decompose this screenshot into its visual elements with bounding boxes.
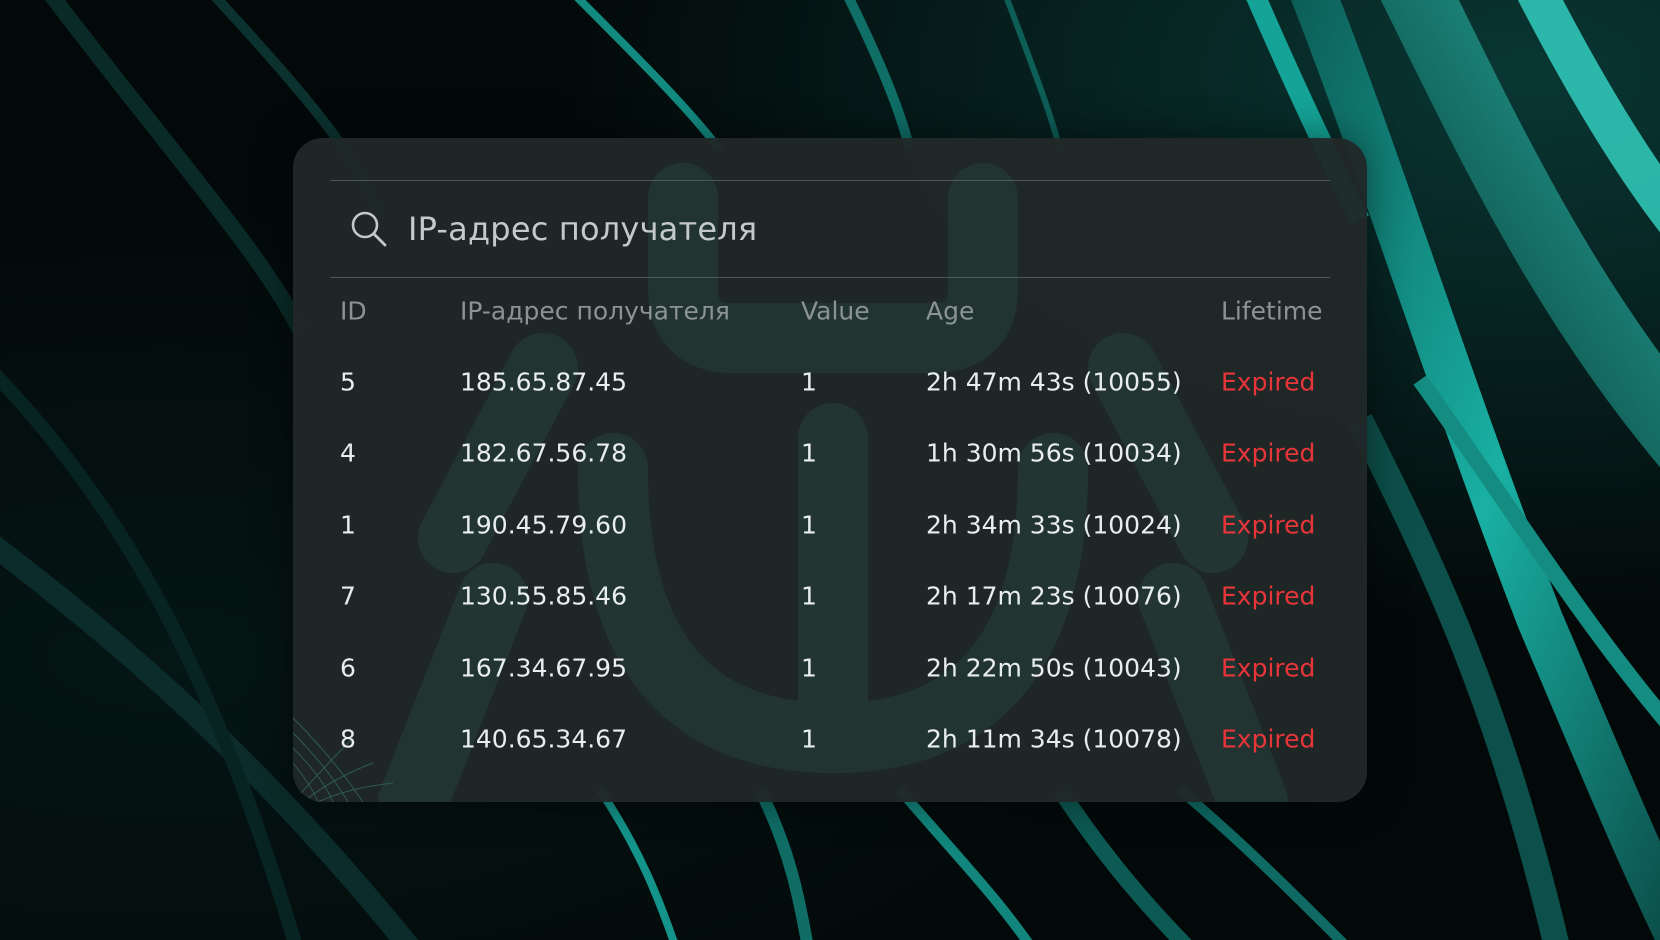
cell-value: 1: [801, 438, 817, 468]
table-header: ID IP-адрес получателя Value Age Lifetim…: [330, 276, 1330, 346]
cell-age: 1h 30m 56s (10034): [926, 438, 1182, 468]
cell-age: 2h 17m 23s (10076): [926, 581, 1182, 611]
cell-value: 1: [801, 510, 817, 540]
cell-age: 2h 22m 50s (10043): [926, 653, 1182, 683]
cell-value: 1: [801, 653, 817, 683]
cell-age: 2h 11m 34s (10078): [926, 724, 1182, 754]
table-row[interactable]: 4 182.67.56.78 1 1h 30m 56s (10034) Expi…: [330, 418, 1330, 490]
cell-id: 7: [340, 581, 356, 611]
cell-lifetime-status: Expired: [1221, 653, 1316, 683]
search-input[interactable]: IP-адрес получателя: [408, 210, 757, 248]
column-header-id[interactable]: ID: [340, 297, 367, 326]
cell-id: 4: [340, 438, 356, 468]
leases-table: ID IP-адрес получателя Value Age Lifetim…: [330, 276, 1330, 775]
cell-id: 1: [340, 510, 356, 540]
cell-ip: 167.34.67.95: [460, 653, 627, 683]
table-row[interactable]: 7 130.55.85.46 1 2h 17m 23s (10076) Expi…: [330, 561, 1330, 633]
column-header-value[interactable]: Value: [801, 297, 870, 326]
table-row[interactable]: 8 140.65.34.67 1 2h 11m 34s (10078) Expi…: [330, 704, 1330, 776]
cell-lifetime-status: Expired: [1221, 367, 1316, 397]
search-bar[interactable]: IP-адрес получателя: [330, 180, 1330, 278]
search-icon: [350, 210, 388, 248]
cell-id: 6: [340, 653, 356, 683]
table-row[interactable]: 1 190.45.79.60 1 2h 34m 33s (10024) Expi…: [330, 489, 1330, 561]
cell-ip: 190.45.79.60: [460, 510, 627, 540]
cell-id: 8: [340, 724, 356, 754]
cell-value: 1: [801, 724, 817, 754]
cell-lifetime-status: Expired: [1221, 724, 1316, 754]
cell-ip: 182.67.56.78: [460, 438, 627, 468]
cell-age: 2h 47m 43s (10055): [926, 367, 1182, 397]
cell-lifetime-status: Expired: [1221, 438, 1316, 468]
cell-ip: 185.65.87.45: [460, 367, 627, 397]
cell-lifetime-status: Expired: [1221, 510, 1316, 540]
cell-ip: 140.65.34.67: [460, 724, 627, 754]
cell-value: 1: [801, 581, 817, 611]
cell-id: 5: [340, 367, 356, 397]
cell-value: 1: [801, 367, 817, 397]
table-row[interactable]: 5 185.65.87.45 1 2h 47m 43s (10055) Expi…: [330, 346, 1330, 418]
column-header-lifetime[interactable]: Lifetime: [1221, 297, 1323, 326]
table-row[interactable]: 6 167.34.67.95 1 2h 22m 50s (10043) Expi…: [330, 632, 1330, 704]
background-wallpaper: IP-адрес получателя ID IP-адрес получате…: [0, 0, 1660, 940]
column-header-age[interactable]: Age: [926, 297, 974, 326]
cell-ip: 130.55.85.46: [460, 581, 627, 611]
leases-panel: IP-адрес получателя ID IP-адрес получате…: [293, 138, 1367, 802]
cell-age: 2h 34m 33s (10024): [926, 510, 1182, 540]
cell-lifetime-status: Expired: [1221, 581, 1316, 611]
column-header-ip[interactable]: IP-адрес получателя: [460, 297, 730, 326]
